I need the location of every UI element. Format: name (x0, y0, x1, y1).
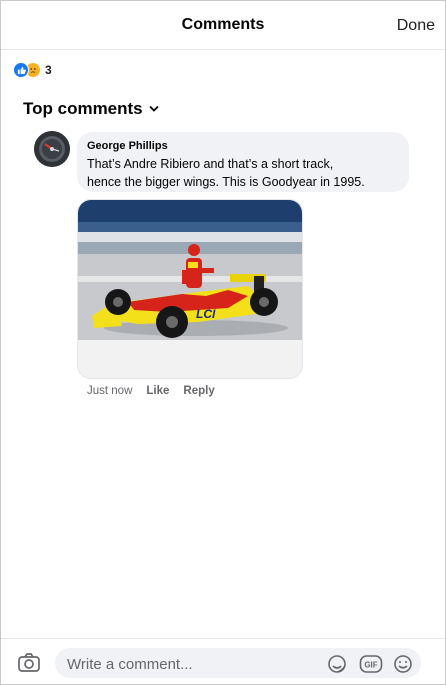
photo-sponsor-text: LCI (196, 307, 216, 321)
avatar[interactable] (34, 131, 70, 167)
reply-button[interactable]: Reply (183, 385, 214, 397)
comment-input[interactable]: Write a comment... GIF (55, 648, 421, 678)
done-button[interactable]: Done (397, 17, 435, 35)
emoji-icon[interactable] (393, 654, 413, 679)
comments-screen: Comments Done 3 Top comments George Phil… (0, 0, 446, 685)
comment-text-line: That’s Andre Ribiero and that’s a short … (87, 157, 334, 171)
page-title: Comments (181, 16, 265, 33)
camera-icon[interactable] (17, 652, 41, 679)
comment-composer: Write a comment... GIF (1, 638, 445, 684)
top-comments-filter[interactable]: Top comments (23, 99, 159, 119)
comment-input-placeholder: Write a comment... (67, 656, 193, 673)
reactions-summary[interactable]: 3 (13, 62, 52, 78)
comment-actions: Just now Like Reply (87, 385, 215, 397)
reaction-count: 3 (45, 63, 52, 77)
comment-text: That’s Andre Ribiero and that’s a short … (87, 155, 399, 191)
comment-timestamp: Just now (87, 385, 133, 397)
gif-label: GIF (364, 661, 377, 670)
comment-author[interactable]: George Phillips (87, 140, 399, 152)
like-icon (13, 62, 29, 78)
gif-icon[interactable]: GIF (359, 654, 383, 679)
chevron-down-icon (149, 105, 159, 112)
sticker-icon[interactable] (327, 654, 347, 679)
comment-photo[interactable]: LCI (77, 199, 303, 379)
like-button[interactable]: Like (146, 385, 169, 397)
comment-bubble: George Phillips That’s Andre Ribiero and… (77, 132, 409, 192)
top-bar: Comments Done (1, 1, 445, 50)
section-title: Top comments (23, 99, 143, 118)
comment-text-line: hence the bigger wings. This is Goodyear… (87, 175, 365, 189)
